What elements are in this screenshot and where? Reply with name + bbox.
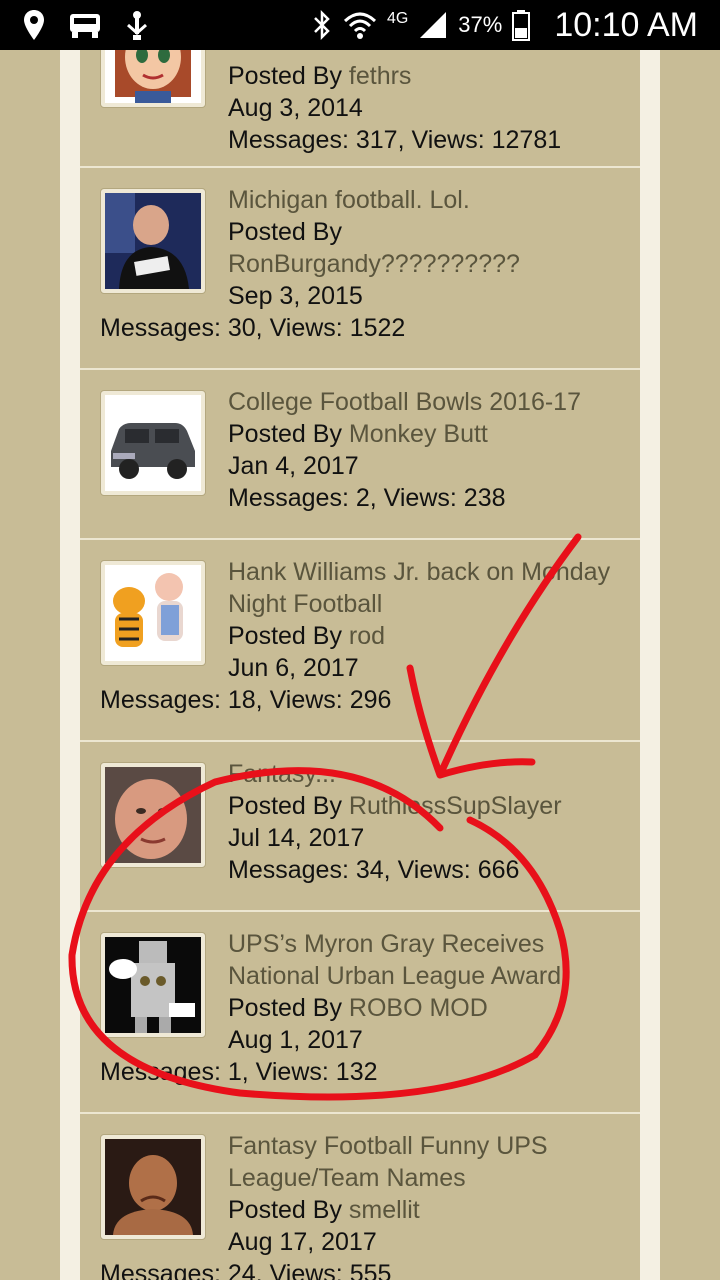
thread-item[interactable]: Fantasy... Posted By RuthlessSupSlayer J… <box>80 742 640 912</box>
avatar[interactable] <box>100 932 206 1038</box>
posted-by-label: Posted By <box>228 792 342 820</box>
thread-title-link[interactable]: Michigan football. Lol. <box>228 184 628 216</box>
thread-title-link[interactable]: Fantasy Football Funny UPS League/Team N… <box>228 1130 628 1194</box>
posted-by-label: Posted By <box>228 622 342 650</box>
usb-debug-icon <box>127 11 147 40</box>
thread-title-link[interactable]: UPS’s Myron Gray Receives National Urban… <box>228 928 628 992</box>
tiger-baby-avatar <box>105 565 201 661</box>
cartoon-girl-avatar <box>105 50 201 103</box>
status-bar: 4G 37% 10:10 AM <box>0 0 720 50</box>
author-link[interactable]: fethrs <box>349 62 412 90</box>
posted-by-label: Posted By <box>228 420 342 448</box>
thread-date: Jul 14, 2017 <box>228 824 365 852</box>
thread-date: Aug 3, 2014 <box>228 94 363 122</box>
thread-item[interactable]: Fantasy Football Funny UPS League/Team N… <box>80 1114 640 1280</box>
posted-by-label: Posted By <box>228 1196 342 1224</box>
thread-date: Aug 17, 2017 <box>228 1228 377 1256</box>
author-link[interactable]: Monkey Butt <box>349 420 488 448</box>
author-link[interactable]: ROBO MOD <box>349 994 488 1022</box>
robot-avatar <box>105 937 201 1033</box>
clock: 10:10 AM <box>554 5 698 44</box>
network-type: 4G <box>386 10 409 27</box>
posted-by-label: Posted By <box>228 62 342 90</box>
avatar[interactable] <box>100 560 206 666</box>
thread-stats: Messages: 34, Views: 666 <box>228 856 520 884</box>
avatar[interactable] <box>100 1134 206 1240</box>
car-mode-icon <box>70 14 100 38</box>
thread-date: Jan 4, 2017 <box>228 452 359 480</box>
battery-icon <box>512 10 531 41</box>
thread-title-link[interactable]: Fantasy... <box>228 758 628 790</box>
avatar[interactable] <box>100 390 206 496</box>
thread-stats: Messages: 1, Views: 132 <box>100 1058 378 1086</box>
author-link[interactable]: rod <box>349 622 385 650</box>
thread-title-link[interactable]: Hank Williams Jr. back on Monday Night F… <box>228 556 628 620</box>
thread-item[interactable]: Michigan football. Lol. Posted By RonBur… <box>80 168 640 370</box>
bluetooth-icon <box>314 9 330 41</box>
wrestler-face-avatar <box>105 1139 201 1235</box>
thread-item[interactable]: UPS’s Myron Gray Receives National Urban… <box>80 912 640 1114</box>
thread-title-link[interactable]: College Football Bowls 2016-17 <box>228 386 628 418</box>
battery-percent: 37% <box>458 12 503 37</box>
thread-list: Posted By fethrs Aug 3, 2014 Messages: 3… <box>80 50 640 1280</box>
thread-stats: Messages: 24, Views: 555 <box>100 1260 392 1280</box>
avatar[interactable] <box>100 188 206 294</box>
thread-date: Sep 3, 2015 <box>228 282 363 310</box>
location-pin-icon <box>24 10 44 40</box>
wifi-icon <box>343 12 376 39</box>
posted-by-label: Posted By <box>228 994 342 1022</box>
face-avatar <box>105 767 201 863</box>
thread-stats: Messages: 18, Views: 296 <box>100 686 392 714</box>
thread-item[interactable]: Posted By fethrs Aug 3, 2014 Messages: 3… <box>80 50 640 168</box>
thread-item[interactable]: Hank Williams Jr. back on Monday Night F… <box>80 540 640 742</box>
thread-date: Jun 6, 2017 <box>228 654 359 682</box>
notification-icons <box>22 8 150 42</box>
posted-by-label: Posted By <box>228 218 342 246</box>
system-icons: 4G 37% 10:10 AM <box>311 0 698 50</box>
avatar[interactable] <box>100 50 206 108</box>
author-link[interactable]: RuthlessSupSlayer <box>349 792 562 820</box>
thread-stats: Messages: 317, Views: 12781 <box>228 126 562 154</box>
author-link[interactable]: smellit <box>349 1196 420 1224</box>
signal-icon <box>420 12 447 38</box>
suv-truck-avatar <box>105 395 201 491</box>
thread-stats: Messages: 2, Views: 238 <box>228 484 506 512</box>
thread-date: Aug 1, 2017 <box>228 1026 363 1054</box>
author-link[interactable]: RonBurgandy?????????? <box>228 248 628 280</box>
thread-stats: Messages: 30, Views: 1522 <box>100 314 406 342</box>
thread-item[interactable]: College Football Bowls 2016-17 Posted By… <box>80 370 640 540</box>
wrestler-avatar <box>105 193 201 289</box>
avatar[interactable] <box>100 762 206 868</box>
